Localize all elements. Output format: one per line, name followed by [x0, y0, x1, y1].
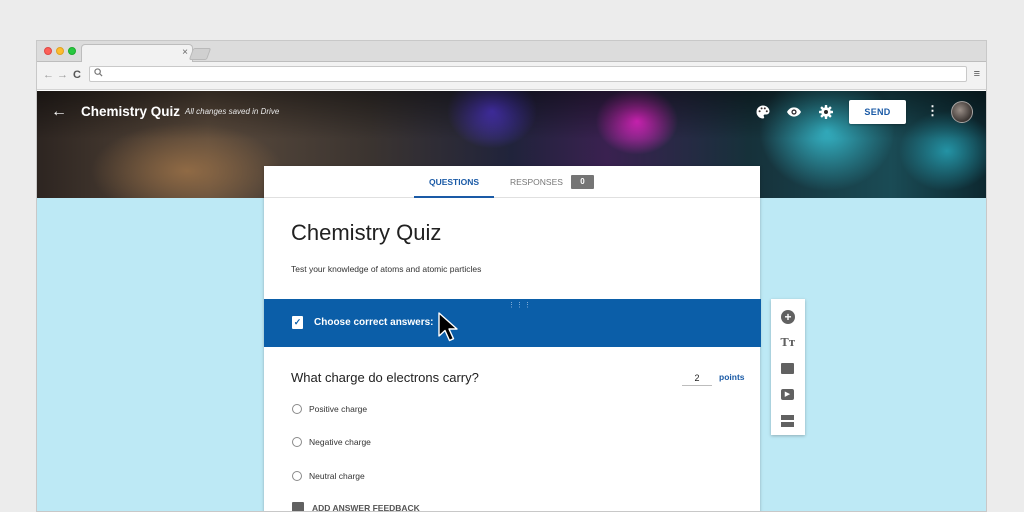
responses-count-badge: 0	[571, 175, 594, 189]
tab-questions[interactable]: QUESTIONS	[414, 166, 494, 198]
radio-button[interactable]	[292, 471, 302, 481]
add-image-icon[interactable]	[780, 361, 796, 377]
option-label: Positive charge	[309, 404, 368, 414]
radio-button[interactable]	[292, 437, 302, 447]
add-feedback-label: ADD ANSWER FEEDBACK	[312, 503, 420, 512]
header-title: Chemistry Quiz	[81, 104, 181, 119]
question-text[interactable]: What charge do electrons carry?	[291, 370, 479, 385]
add-video-icon[interactable]: ▶	[780, 387, 796, 403]
option-label: Neutral charge	[309, 471, 365, 481]
add-section-icon[interactable]	[780, 413, 796, 429]
search-icon	[94, 68, 103, 77]
window-close-button[interactable]	[44, 47, 52, 55]
browser-forward-button[interactable]: →	[57, 69, 68, 81]
answer-key-label: Choose correct answers:	[314, 317, 434, 328]
browser-back-button[interactable]: ←	[43, 69, 54, 81]
tab-close-icon[interactable]: ×	[182, 47, 188, 59]
form-card: QUESTIONS RESPONSES 0 Chemistry Quiz Tes…	[264, 166, 761, 512]
radio-button[interactable]	[292, 404, 302, 414]
window-minimize-button[interactable]	[56, 47, 64, 55]
answer-key-banner: ⋮⋮⋮ ✓ Choose correct answers:	[264, 299, 761, 347]
browser-window: × ← → C ≡ ← Chemistry Quiz All changes s…	[36, 40, 987, 512]
add-question-icon[interactable]: +	[780, 309, 796, 325]
feedback-icon	[292, 502, 304, 511]
points-input[interactable]: 2	[682, 370, 712, 386]
send-button[interactable]: SEND	[849, 100, 906, 124]
address-bar[interactable]	[89, 66, 967, 82]
browser-menu-icon[interactable]: ≡	[974, 68, 980, 80]
option-label: Negative charge	[309, 437, 371, 447]
eye-icon[interactable]	[786, 104, 802, 120]
form-description[interactable]: Test your knowledge of atoms and atomic …	[291, 264, 481, 274]
form-tabs: QUESTIONS RESPONSES 0	[264, 166, 760, 198]
tab-responses-label: RESPONSES	[510, 177, 563, 187]
form-title[interactable]: Chemistry Quiz	[291, 220, 441, 246]
tab-strip: ×	[37, 41, 986, 62]
palette-icon[interactable]	[755, 104, 771, 120]
points-label: points	[719, 372, 745, 382]
avatar[interactable]	[951, 101, 973, 123]
new-tab-button[interactable]	[188, 48, 212, 60]
drag-handle-icon[interactable]: ⋮⋮⋮	[508, 302, 532, 310]
add-title-icon[interactable]: Tт	[780, 335, 796, 351]
save-status: All changes saved in Drive	[185, 107, 280, 116]
gear-icon[interactable]	[818, 104, 834, 120]
browser-toolbar: ← → C ≡	[37, 62, 986, 90]
browser-tab[interactable]: ×	[81, 44, 193, 62]
more-options-icon[interactable]: ⋮	[926, 103, 939, 119]
window-maximize-button[interactable]	[68, 47, 76, 55]
side-toolbar: + Tт ▶	[771, 299, 805, 435]
back-arrow-icon[interactable]: ←	[51, 103, 67, 121]
clipboard-check-icon: ✓	[292, 316, 303, 329]
reload-button[interactable]: C	[73, 69, 81, 81]
mouse-cursor-icon	[438, 312, 458, 342]
